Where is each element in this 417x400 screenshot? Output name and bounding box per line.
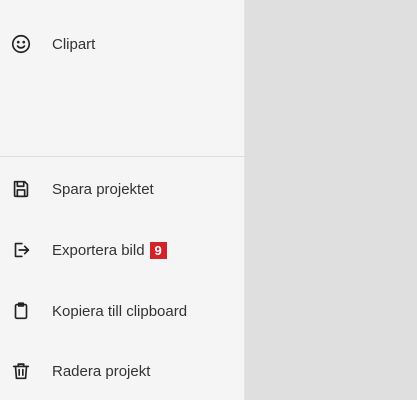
trash-icon xyxy=(9,359,33,383)
menu-item-label: Kopiera till clipboard xyxy=(52,302,188,320)
app-page: Clipart Spara projektet Exportera bild 9… xyxy=(0,0,417,400)
menu-item-label: Radera projekt xyxy=(52,362,151,380)
menu-item-delete-project[interactable]: Radera projekt xyxy=(0,349,245,393)
menu-item-label-text: Exportera bild xyxy=(52,241,145,259)
count-badge: 9 xyxy=(149,241,167,259)
menu-item-label: Spara projektet xyxy=(52,180,154,198)
sidebar-menu: Clipart Spara projektet Exportera bild 9… xyxy=(0,0,245,400)
canvas-area xyxy=(245,0,417,400)
menu-item-label: Exportera bild 9 xyxy=(52,241,167,259)
clipboard-icon xyxy=(9,299,33,323)
menu-item-export-image[interactable]: Exportera bild 9 xyxy=(0,228,245,272)
menu-item-save-project[interactable]: Spara projektet xyxy=(0,167,245,211)
smiley-icon xyxy=(9,32,33,56)
floppy-disk-icon xyxy=(9,177,33,201)
menu-item-clipart[interactable]: Clipart xyxy=(0,22,245,66)
menu-item-copy-to-clipboard[interactable]: Kopiera till clipboard xyxy=(0,289,245,333)
menu-item-label: Clipart xyxy=(52,35,96,53)
export-icon xyxy=(9,238,33,262)
menu-divider xyxy=(0,156,245,157)
